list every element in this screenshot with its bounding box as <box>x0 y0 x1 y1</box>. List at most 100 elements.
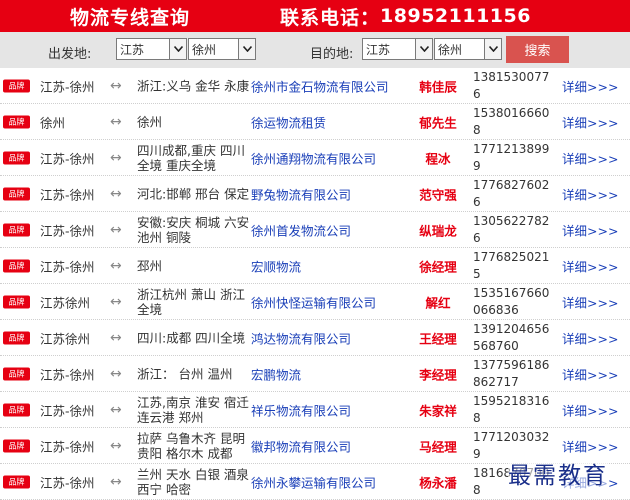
double-arrow-icon: ↔ <box>110 365 122 382</box>
route-row[interactable]: 品牌 江苏-徐州 ↔ 浙江:义乌 金华 永康 徐州市金石物流有限公司 韩佳辰 1381530… <box>0 68 630 104</box>
contact-name: 马经理 <box>419 439 457 454</box>
phone-number: 18952111156 <box>380 5 531 27</box>
double-arrow-icon: ↔ <box>110 293 122 310</box>
company-link[interactable]: 徐运物流租赁 <box>251 112 411 131</box>
destination-text: 邳州 <box>137 258 163 273</box>
phone-text: 13815300776 <box>473 69 550 101</box>
route-row[interactable]: 品牌 江苏徐州 ↔ 四川:成都 四川全境 鸿达物流有限公司 王经理 139120465656… <box>0 320 630 356</box>
brand-badge: 品牌 <box>3 295 30 308</box>
to-city-value: 徐州 <box>438 42 463 57</box>
origin-text: 徐州 <box>40 115 66 130</box>
detail-link[interactable]: 详细>>> <box>562 148 618 167</box>
double-arrow-icon: ↔ <box>110 185 122 202</box>
brand-badge: 品牌 <box>3 367 30 380</box>
company-link[interactable]: 徐州首发物流公司 <box>251 220 411 239</box>
route-row[interactable]: 品牌 江苏-徐州 ↔ 浙江： 台州 温州 宏鹏物流 李经理 1377596186862717… <box>0 356 630 392</box>
detail-link[interactable]: 详细>>> <box>562 400 618 419</box>
destination-text: 四川:成都 四川全境 <box>137 330 246 345</box>
route-row[interactable]: 品牌 江苏-徐州 ↔ 四川成都,重庆 四川全境 重庆全境 徐州通翔物流有限公司 程冰 177… <box>0 140 630 176</box>
to-province-value: 江苏 <box>366 42 391 57</box>
search-bar: 出发地: 江苏 徐州 目的地: 江苏 徐州 搜索 <box>0 32 630 68</box>
destination-text: 徐州 <box>137 114 163 129</box>
contact-name: 范守强 <box>419 187 457 202</box>
phone-text: 17768276026 <box>473 177 550 209</box>
route-row[interactable]: 品牌 江苏徐州 ↔ 浙江杭州 萧山 浙江全境 徐州快怪运输有限公司 解红 153516766… <box>0 284 630 320</box>
destination-text: 四川成都,重庆 四川全境 重庆全境 <box>137 142 245 173</box>
contact-name: 王经理 <box>419 331 457 346</box>
destination-text: 浙江杭州 萧山 浙江全境 <box>137 286 245 317</box>
route-row[interactable]: 品牌 江苏-徐州 ↔ 邳州 宏顺物流 徐经理 17768250215 详细>>> <box>0 248 630 284</box>
company-link[interactable]: 宏顺物流 <box>251 256 411 275</box>
detail-link[interactable]: 详细>>> <box>562 364 618 383</box>
detail-link[interactable]: 详细>>> <box>562 112 618 131</box>
destination-text: 浙江： 台州 温州 <box>137 366 233 381</box>
phone-label: 联系电话： <box>280 6 381 29</box>
phone-text: 15952183168 <box>473 393 550 425</box>
double-arrow-icon: ↔ <box>110 437 122 454</box>
company-link[interactable]: 祥乐物流有限公司 <box>251 400 411 419</box>
company-link[interactable]: 野兔物流有限公司 <box>251 184 411 203</box>
route-row[interactable]: 品牌 徐州 ↔ 徐州 徐运物流租赁 郁先生 15380166608 详细>>> <box>0 104 630 140</box>
from-label: 出发地: <box>48 47 92 62</box>
to-province-select[interactable]: 江苏 <box>362 38 433 60</box>
origin-text: 江苏-徐州 <box>40 223 95 238</box>
brand-badge: 品牌 <box>3 259 30 272</box>
origin-text: 江苏-徐州 <box>40 403 95 418</box>
brand-badge: 品牌 <box>3 439 30 452</box>
company-link[interactable]: 徐州通翔物流有限公司 <box>251 148 411 167</box>
double-arrow-icon: ↔ <box>110 221 122 238</box>
destination-text: 江苏,南京 淮安 宿迁 连云港 郑州 <box>137 394 249 425</box>
to-label: 目的地: <box>310 47 354 62</box>
company-link[interactable]: 徐州快怪运输有限公司 <box>251 292 411 311</box>
watermark: 最需教育 <box>508 456 608 490</box>
contact-name: 徐经理 <box>419 259 457 274</box>
search-button[interactable]: 搜索 <box>506 36 569 63</box>
route-row[interactable]: 品牌 江苏-徐州 ↔ 江苏,南京 淮安 宿迁 连云港 郑州 祥乐物流有限公司 朱家祥 159… <box>0 392 630 428</box>
brand-badge: 品牌 <box>3 331 30 344</box>
detail-link[interactable]: 详细>>> <box>562 184 618 203</box>
brand-badge: 品牌 <box>3 115 30 128</box>
phone-text: 17768250215 <box>473 249 550 281</box>
company-link[interactable]: 徐州市金石物流有限公司 <box>251 76 411 95</box>
phone-text: 1377596186862717 <box>473 357 550 389</box>
chevron-down-icon <box>169 39 186 59</box>
double-arrow-icon: ↔ <box>110 329 122 346</box>
from-city-value: 徐州 <box>192 42 217 57</box>
origin-text: 江苏徐州 <box>40 295 91 310</box>
company-link[interactable]: 鸿达物流有限公司 <box>251 328 411 347</box>
detail-link[interactable]: 详细>>> <box>562 292 618 311</box>
route-row[interactable]: 品牌 江苏-徐州 ↔ 安徽:安庆 桐城 六安 池州 铜陵 徐州首发物流公司 纵瑞龙 1305… <box>0 212 630 248</box>
from-province-select[interactable]: 江苏 <box>116 38 187 60</box>
page-title: 物流专线查询 <box>70 6 191 29</box>
chevron-down-icon <box>415 39 432 59</box>
brand-badge: 品牌 <box>3 475 30 488</box>
detail-link[interactable]: 详细>>> <box>562 328 618 347</box>
company-link[interactable]: 宏鹏物流 <box>251 364 411 383</box>
destination-text: 兰州 天水 白银 酒泉 西宁 哈密 <box>137 466 249 497</box>
from-province-value: 江苏 <box>120 42 145 57</box>
contact-name: 郁先生 <box>419 115 457 130</box>
brand-badge: 品牌 <box>3 187 30 200</box>
origin-text: 江苏-徐州 <box>40 151 95 166</box>
destination-text: 河北:邯郸 邢台 保定 <box>137 186 250 201</box>
origin-text: 江苏徐州 <box>40 331 91 346</box>
detail-link[interactable]: 详细>>> <box>562 76 618 95</box>
brand-badge: 品牌 <box>3 151 30 164</box>
phone-text: 15380166608 <box>473 105 550 137</box>
contact-name: 李经理 <box>419 367 457 382</box>
phone-text: 17712138999 <box>473 141 550 173</box>
detail-link[interactable]: 详细>>> <box>562 256 618 275</box>
contact-name: 纵瑞龙 <box>419 223 457 238</box>
contact-name: 朱家祥 <box>419 403 457 418</box>
company-link[interactable]: 徐州永攀运输有限公司 <box>251 472 411 491</box>
route-list: 品牌 江苏-徐州 ↔ 浙江:义乌 金华 永康 徐州市金石物流有限公司 韩佳辰 1381530… <box>0 68 630 500</box>
from-city-select[interactable]: 徐州 <box>188 38 256 60</box>
company-link[interactable]: 徽邦物流有限公司 <box>251 436 411 455</box>
double-arrow-icon: ↔ <box>110 77 122 94</box>
detail-link[interactable]: 详细>>> <box>562 436 618 455</box>
route-row[interactable]: 品牌 江苏-徐州 ↔ 河北:邯郸 邢台 保定 野兔物流有限公司 范守强 1776827602… <box>0 176 630 212</box>
origin-text: 江苏-徐州 <box>40 367 95 382</box>
contact-name: 杨永潘 <box>419 475 457 490</box>
detail-link[interactable]: 详细>>> <box>562 220 618 239</box>
to-city-select[interactable]: 徐州 <box>434 38 502 60</box>
